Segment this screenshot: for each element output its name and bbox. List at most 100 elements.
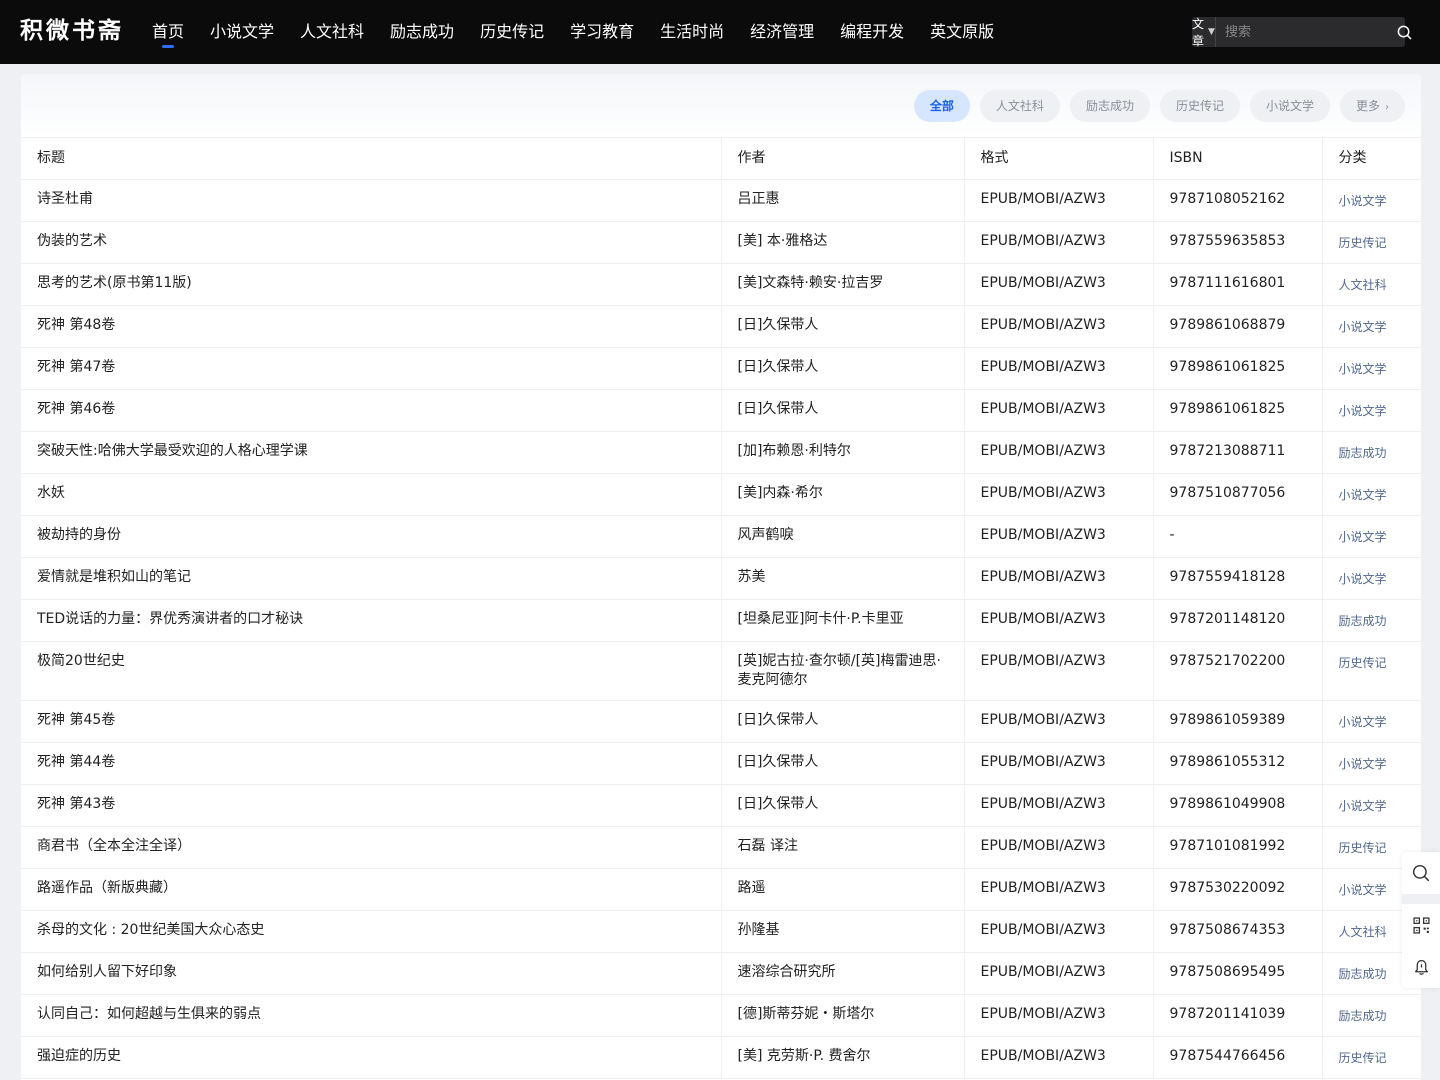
book-title[interactable]: 死神 第43卷 (21, 784, 722, 827)
book-category[interactable]: 历史传记 (1322, 641, 1421, 701)
side-search-button[interactable] (1402, 852, 1440, 894)
filter-chip[interactable]: 人文社科 (979, 89, 1060, 122)
nav-item[interactable]: 英文原版 (918, 0, 1006, 64)
book-category[interactable]: 小说文学 (1322, 179, 1421, 222)
table-row[interactable]: 认同自己：如何超越与生俱来的弱点 [德]斯蒂芬妮・斯塔尔 EPUB/MOBI/AZW… (21, 994, 1421, 1037)
table-row[interactable]: 死神 第45卷 [日]久保带人 EPUB/MOBI/AZW3 978986105938… (21, 700, 1421, 743)
book-category[interactable]: 小说文学 (1322, 784, 1421, 827)
book-isbn: 9787559635853 (1153, 221, 1323, 264)
book-author: [美] 本·雅格达 (721, 221, 965, 264)
nav-item[interactable]: 小说文学 (198, 0, 286, 64)
book-category[interactable]: 历史传记 (1322, 1036, 1421, 1079)
book-author: [日]久保带人 (721, 389, 965, 432)
table-row[interactable]: TED说话的力量：界优秀演讲者的口才秘诀 [坦桑尼亚]阿卡什·P.卡里亚 EPUB/… (21, 599, 1421, 642)
book-author: [日]久保带人 (721, 305, 965, 348)
book-title[interactable]: 伪装的艺术 (21, 221, 722, 264)
book-category[interactable]: 励志成功 (1322, 431, 1421, 474)
book-title[interactable]: 商君书（全本全注全译） (21, 826, 722, 869)
book-title[interactable]: 死神 第46卷 (21, 389, 722, 432)
book-title[interactable]: 突破天性:哈佛大学最受欢迎的人格心理学课 (21, 431, 722, 474)
book-category[interactable]: 小说文学 (1322, 347, 1421, 390)
table-row[interactable]: 极简20世纪史 [英]妮古拉·查尔顿/[英]梅雷迪思·麦克阿德尔 EPUB/MOBI… (21, 641, 1421, 701)
book-title[interactable]: 被劫持的身份 (21, 515, 722, 558)
filter-chip[interactable]: 全部 (913, 89, 970, 122)
book-category[interactable]: 小说文学 (1322, 742, 1421, 785)
table-row[interactable]: 死神 第46卷 [日]久保带人 EPUB/MOBI/AZW3 978986106182… (21, 389, 1421, 432)
book-isbn: 9787544766456 (1153, 1036, 1323, 1079)
book-title[interactable]: 爱情就是堆积如山的笔记 (21, 557, 722, 600)
nav-item[interactable]: 历史传记 (468, 0, 556, 64)
book-title[interactable]: 水妖 (21, 473, 722, 516)
search-button[interactable] (1397, 17, 1412, 47)
book-category[interactable]: 励志成功 (1322, 994, 1421, 1037)
nav-item[interactable]: 生活时尚 (648, 0, 736, 64)
table-row[interactable]: 商君书（全本全注全译） 石磊 译注 EPUB/MOBI/AZW3 9787101081… (21, 826, 1421, 869)
book-format: EPUB/MOBI/AZW3 (964, 179, 1154, 222)
search-type-select[interactable]: 文章 ▼ (1192, 17, 1216, 48)
book-format: EPUB/MOBI/AZW3 (964, 305, 1154, 348)
book-title[interactable]: 路遥作品（新版典藏） (21, 868, 722, 911)
book-category[interactable]: 小说文学 (1322, 700, 1421, 743)
table-row[interactable]: 强迫症的历史 [美] 克劳斯·P. 费舍尔 EPUB/MOBI/AZW3 978754… (21, 1036, 1421, 1079)
book-format: EPUB/MOBI/AZW3 (964, 515, 1154, 558)
table-row[interactable]: 被劫持的身份 风声鹤唳 EPUB/MOBI/AZW3- 小说文学 (21, 515, 1421, 558)
table-row[interactable]: 爱情就是堆积如山的笔记 苏美 EPUB/MOBI/AZW3 9787559418128… (21, 557, 1421, 600)
book-title[interactable]: 死神 第44卷 (21, 742, 722, 785)
nav-item[interactable]: 首页 (140, 0, 196, 64)
book-category[interactable]: 小说文学 (1322, 473, 1421, 516)
table-row[interactable]: 路遥作品（新版典藏） 路遥 EPUB/MOBI/AZW3 9787530220092 小… (21, 868, 1421, 911)
book-category[interactable]: 小说文学 (1322, 389, 1421, 432)
book-category[interactable]: 历史传记 (1322, 221, 1421, 264)
book-title[interactable]: 如何给别人留下好印象 (21, 952, 722, 995)
book-isbn: 9787213088711 (1153, 431, 1323, 474)
side-notify-button[interactable] (1402, 946, 1440, 988)
book-isbn: 9787508674353 (1153, 910, 1323, 953)
table-row[interactable]: 突破天性:哈佛大学最受欢迎的人格心理学课 [加]布赖恩·利特尔 EPUB/MOBI/… (21, 431, 1421, 474)
book-isbn: 9789861059389 (1153, 700, 1323, 743)
book-title[interactable]: 诗圣杜甫 (21, 179, 722, 222)
book-title[interactable]: 强迫症的历史 (21, 1036, 722, 1079)
side-qrcode-button[interactable] (1402, 904, 1440, 946)
table-row[interactable]: 死神 第44卷 [日]久保带人 EPUB/MOBI/AZW3 978986105531… (21, 742, 1421, 785)
table-row[interactable]: 思考的艺术(原书第11版) [美]文森特·赖安·拉吉罗 EPUB/MOBI/AZW3… (21, 263, 1421, 306)
category-filter-bar: 全部 人文社科 励志成功 历史传记 小说文学 更多 › (21, 74, 1421, 138)
book-category[interactable]: 励志成功 (1322, 599, 1421, 642)
book-title[interactable]: 认同自己：如何超越与生俱来的弱点 (21, 994, 722, 1037)
book-title[interactable]: TED说话的力量：界优秀演讲者的口才秘诀 (21, 599, 722, 642)
book-author: 路遥 (721, 868, 965, 911)
book-author: [日]久保带人 (721, 347, 965, 390)
nav-item[interactable]: 励志成功 (378, 0, 466, 64)
table-row[interactable]: 死神 第47卷 [日]久保带人 EPUB/MOBI/AZW3 978986106182… (21, 347, 1421, 390)
filter-more-button[interactable]: 更多 › (1339, 89, 1405, 122)
filter-chip[interactable]: 励志成功 (1069, 89, 1150, 122)
search-input[interactable] (1215, 17, 1397, 47)
table-row[interactable]: 死神 第43卷 [日]久保带人 EPUB/MOBI/AZW3 978986104990… (21, 784, 1421, 827)
book-title[interactable]: 死神 第47卷 (21, 347, 722, 390)
site-logo[interactable]: 积微书斋 (20, 14, 124, 48)
table-row[interactable]: 如何给别人留下好印象 速溶综合研究所 EPUB/MOBI/AZW3 978750869… (21, 952, 1421, 995)
table-row[interactable]: 伪装的艺术 [美] 本·雅格达 EPUB/MOBI/AZW3 978755963585… (21, 221, 1421, 264)
book-title[interactable]: 极简20世纪史 (21, 641, 722, 701)
book-category[interactable]: 小说文学 (1322, 305, 1421, 348)
book-category[interactable]: 人文社科 (1322, 263, 1421, 306)
book-title[interactable]: 死神 第45卷 (21, 700, 722, 743)
table-row[interactable]: 杀母的文化 : 20世纪美国大众心态史 孙隆基 EPUB/MOBI/AZW3 9787… (21, 910, 1421, 953)
book-category[interactable]: 小说文学 (1322, 557, 1421, 600)
book-format: EPUB/MOBI/AZW3 (964, 868, 1154, 911)
book-title[interactable]: 思考的艺术(原书第11版) (21, 263, 722, 306)
table-row[interactable]: 水妖 [美]内森·希尔 EPUB/MOBI/AZW3 9787510877056 小说文… (21, 473, 1421, 516)
nav-item[interactable]: 学习教育 (558, 0, 646, 64)
book-title[interactable]: 杀母的文化 : 20世纪美国大众心态史 (21, 910, 722, 953)
book-author: [美]文森特·赖安·拉吉罗 (721, 263, 965, 306)
nav-item[interactable]: 编程开发 (828, 0, 916, 64)
table-row[interactable]: 诗圣杜甫 吕正惠 EPUB/MOBI/AZW3 9787108052162 小说文学 (21, 179, 1421, 222)
nav-item[interactable]: 人文社科 (288, 0, 376, 64)
filter-chip[interactable]: 历史传记 (1159, 89, 1240, 122)
nav-item[interactable]: 经济管理 (738, 0, 826, 64)
book-category[interactable]: 小说文学 (1322, 515, 1421, 558)
book-title[interactable]: 死神 第48卷 (21, 305, 722, 348)
table-row[interactable]: 死神 第48卷 [日]久保带人 EPUB/MOBI/AZW3 978986106887… (21, 305, 1421, 348)
filter-chip[interactable]: 小说文学 (1249, 89, 1330, 122)
book-isbn: 9789861061825 (1153, 389, 1323, 432)
book-author: [坦桑尼亚]阿卡什·P.卡里亚 (721, 599, 965, 642)
